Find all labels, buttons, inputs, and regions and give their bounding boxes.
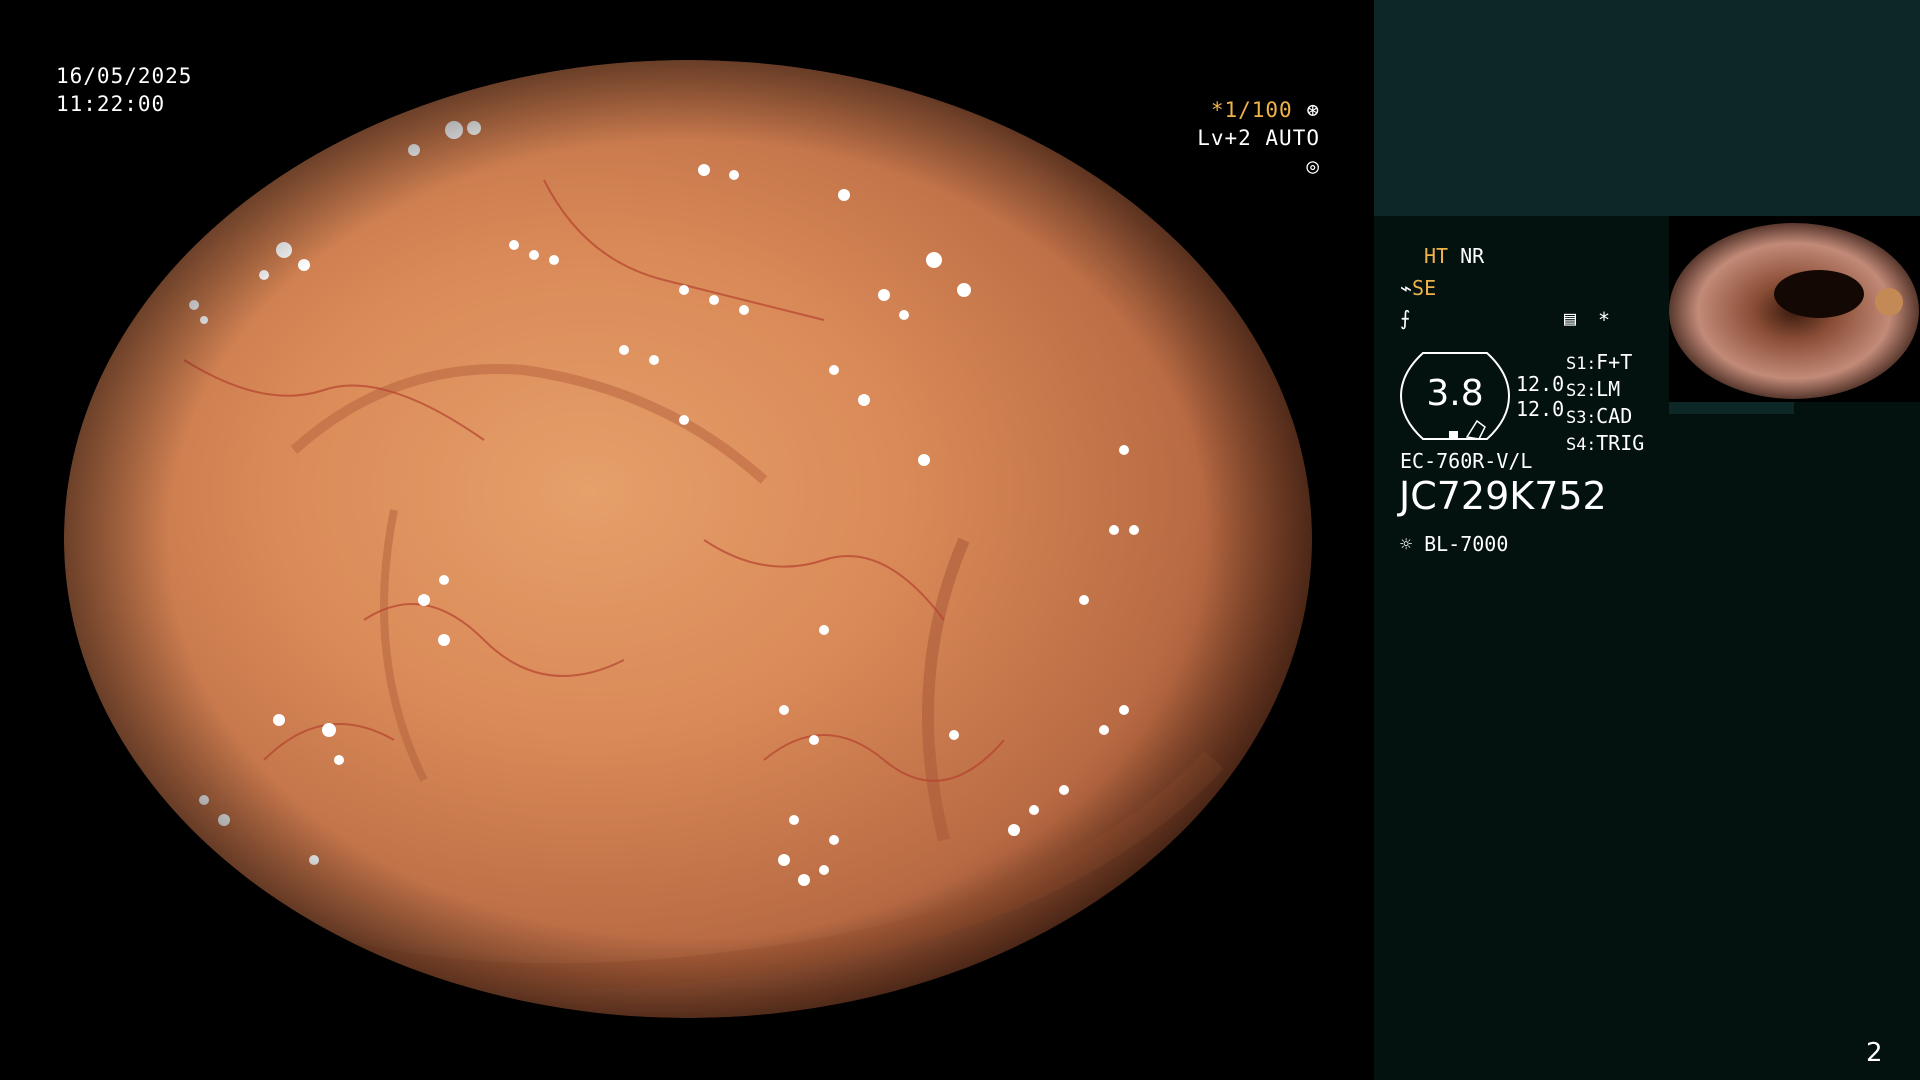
color-mode-icon: ⨍ bbox=[1400, 306, 1411, 330]
light-source-icon: ☼ bbox=[1400, 532, 1413, 556]
endoscopy-view bbox=[64, 60, 1312, 1018]
ht-nr-row: HT NR bbox=[1424, 244, 1484, 268]
channel-value-2: 12.0 bbox=[1516, 397, 1565, 421]
light-source-model: BL-7000 bbox=[1424, 532, 1509, 556]
channel-values: 12.0 12.0 bbox=[1516, 372, 1564, 422]
switch-list: S1:F+T S2:LM S3:CAD S4:TRIG bbox=[1566, 350, 1644, 458]
thumbnail-image bbox=[1669, 216, 1920, 402]
page-number: 2 bbox=[1866, 1038, 1883, 1068]
ht-label: HT bbox=[1424, 244, 1449, 268]
switch-row: S2:LM bbox=[1566, 377, 1621, 401]
channel-value-1: 12.0 bbox=[1516, 372, 1565, 396]
thumbnail-preview[interactable] bbox=[1669, 216, 1920, 402]
scope-serial: JC729K752 bbox=[1399, 474, 1607, 518]
structure-enhancement-icon: ⌁ bbox=[1400, 276, 1413, 300]
thumbnail-bar bbox=[1669, 402, 1794, 414]
shutter-speed: *1/100 bbox=[1210, 98, 1293, 122]
light-source-row: ☼ BL-7000 bbox=[1400, 532, 1508, 556]
exposure-block: *1/100 ⊛ Lv+2 AUTO ◎ bbox=[1188, 96, 1320, 180]
iris-icon: ◎ bbox=[1306, 154, 1320, 178]
date-time-block: 16/05/2025 11:22:00 bbox=[56, 62, 192, 118]
switch-row: S4:TRIG bbox=[1566, 431, 1645, 455]
time-text: 11:22:00 bbox=[56, 92, 166, 116]
dial-value: 3.8 bbox=[1426, 373, 1484, 414]
asterisk-marker: * bbox=[1598, 308, 1611, 332]
magnification-dial: 3.8 bbox=[1399, 351, 1511, 441]
date-text: 16/05/2025 bbox=[56, 64, 193, 88]
switch-row: S1:F+T bbox=[1566, 350, 1633, 374]
panel-header-area bbox=[1374, 0, 1920, 216]
menu-list-icon: ▤ bbox=[1564, 306, 1577, 330]
light-level: Lv+2 AUTO bbox=[1197, 126, 1320, 150]
aperture-icon: ⊛ bbox=[1306, 98, 1320, 122]
se-row: ⌁SE bbox=[1400, 276, 1436, 300]
scope-model: EC-760R-V/L bbox=[1400, 449, 1533, 473]
colon-mucosa-image bbox=[64, 60, 1312, 1018]
se-label: SE bbox=[1412, 276, 1437, 300]
switch-row: S3:CAD bbox=[1566, 404, 1633, 428]
nr-label: NR bbox=[1460, 244, 1485, 268]
